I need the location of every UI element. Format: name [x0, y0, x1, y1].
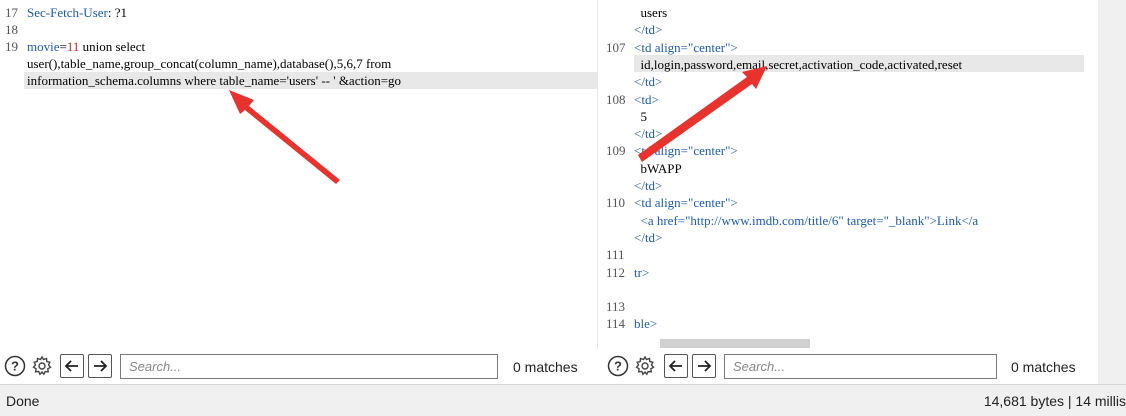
request-editor[interactable]: 17 Sec-Fetch-User: ?1 18 19 movie=11 uni…: [0, 0, 598, 349]
line-number: 19: [5, 39, 18, 54]
code-line: <a href="http://www.imdb.com/title/6" ta…: [634, 212, 979, 228]
code-line: bWAPP: [634, 160, 682, 176]
code-line: <td align="center">: [634, 39, 738, 55]
code-line: user(),table_name,group_concat(column_na…: [27, 56, 392, 71]
response-editor[interactable]: users </td> 107 <td align="center"> id,logi…: [604, 0, 1084, 349]
question-circle-icon[interactable]: ?: [3, 354, 27, 378]
svg-text:?: ?: [614, 359, 622, 374]
gear-icon[interactable]: [633, 354, 657, 378]
search-input[interactable]: Search...: [120, 354, 498, 379]
header-value: ?1: [114, 5, 128, 20]
line-number: 108: [606, 91, 626, 107]
status-text: Done: [6, 393, 40, 409]
next-match-button[interactable]: [88, 354, 112, 378]
code-line: <td>: [634, 91, 659, 107]
response-stats: 14,681 bytes | 14 millis: [983, 393, 1126, 409]
line-number: 107: [606, 39, 626, 55]
line-number: 109: [606, 143, 626, 159]
search-input[interactable]: Search...: [724, 354, 997, 379]
question-circle-icon[interactable]: ?: [606, 354, 630, 378]
arrow-left-icon: [64, 360, 78, 372]
code-line: </td>: [634, 229, 663, 245]
code-line: users: [634, 5, 668, 20]
search-placeholder: Search...: [129, 359, 182, 374]
header-name: Sec-Fetch-User: [27, 5, 108, 20]
code-line: ble>: [634, 316, 658, 332]
arrow-right-icon: [698, 360, 712, 372]
left-search-toolbar: ? Search... 0 matches: [0, 352, 600, 382]
previous-match-button[interactable]: [664, 354, 688, 378]
line-number: 114: [606, 316, 626, 332]
code-line: <td align="center">: [634, 195, 738, 211]
arrow-right-icon: [94, 360, 108, 372]
code-line: Sec-Fetch-User: ?1: [27, 5, 128, 20]
svg-text:?: ?: [11, 359, 19, 374]
line-number: 112: [606, 264, 626, 280]
line-number: 18: [5, 22, 18, 37]
line-number: 113: [606, 299, 626, 315]
line-number: 111: [606, 247, 625, 263]
match-count: 0 matches: [513, 359, 578, 375]
status-bar: Done 14,681 bytes | 14 millis: [0, 384, 1126, 416]
arrow-left-icon: [668, 360, 682, 372]
next-match-button[interactable]: [692, 354, 716, 378]
gear-icon[interactable]: [30, 354, 54, 378]
line-number: 17: [5, 5, 18, 20]
code-line: movie=11 union select: [27, 39, 146, 54]
code-line: </td>: [634, 126, 663, 142]
code-line: information_schema.columns where table_n…: [27, 73, 402, 88]
previous-match-button[interactable]: [60, 354, 84, 378]
code-line: tr>: [634, 264, 650, 280]
line-number: 110: [606, 195, 626, 211]
vertical-scrollbar[interactable]: [1098, 0, 1126, 384]
match-count: 0 matches: [1011, 359, 1076, 375]
code-line: </td>: [634, 74, 663, 90]
code-line: <td align="center">: [634, 143, 738, 159]
code-line: 5: [634, 108, 648, 124]
horizontal-scrollbar-thumb[interactable]: [660, 339, 810, 348]
code-line: id,login,password,email,secret,activatio…: [634, 56, 963, 72]
right-search-toolbar: ? Search... 0 matches: [604, 352, 1098, 382]
code-line: </td>: [634, 178, 663, 193]
code-line: </td>: [634, 22, 663, 38]
search-placeholder: Search...: [733, 359, 786, 374]
